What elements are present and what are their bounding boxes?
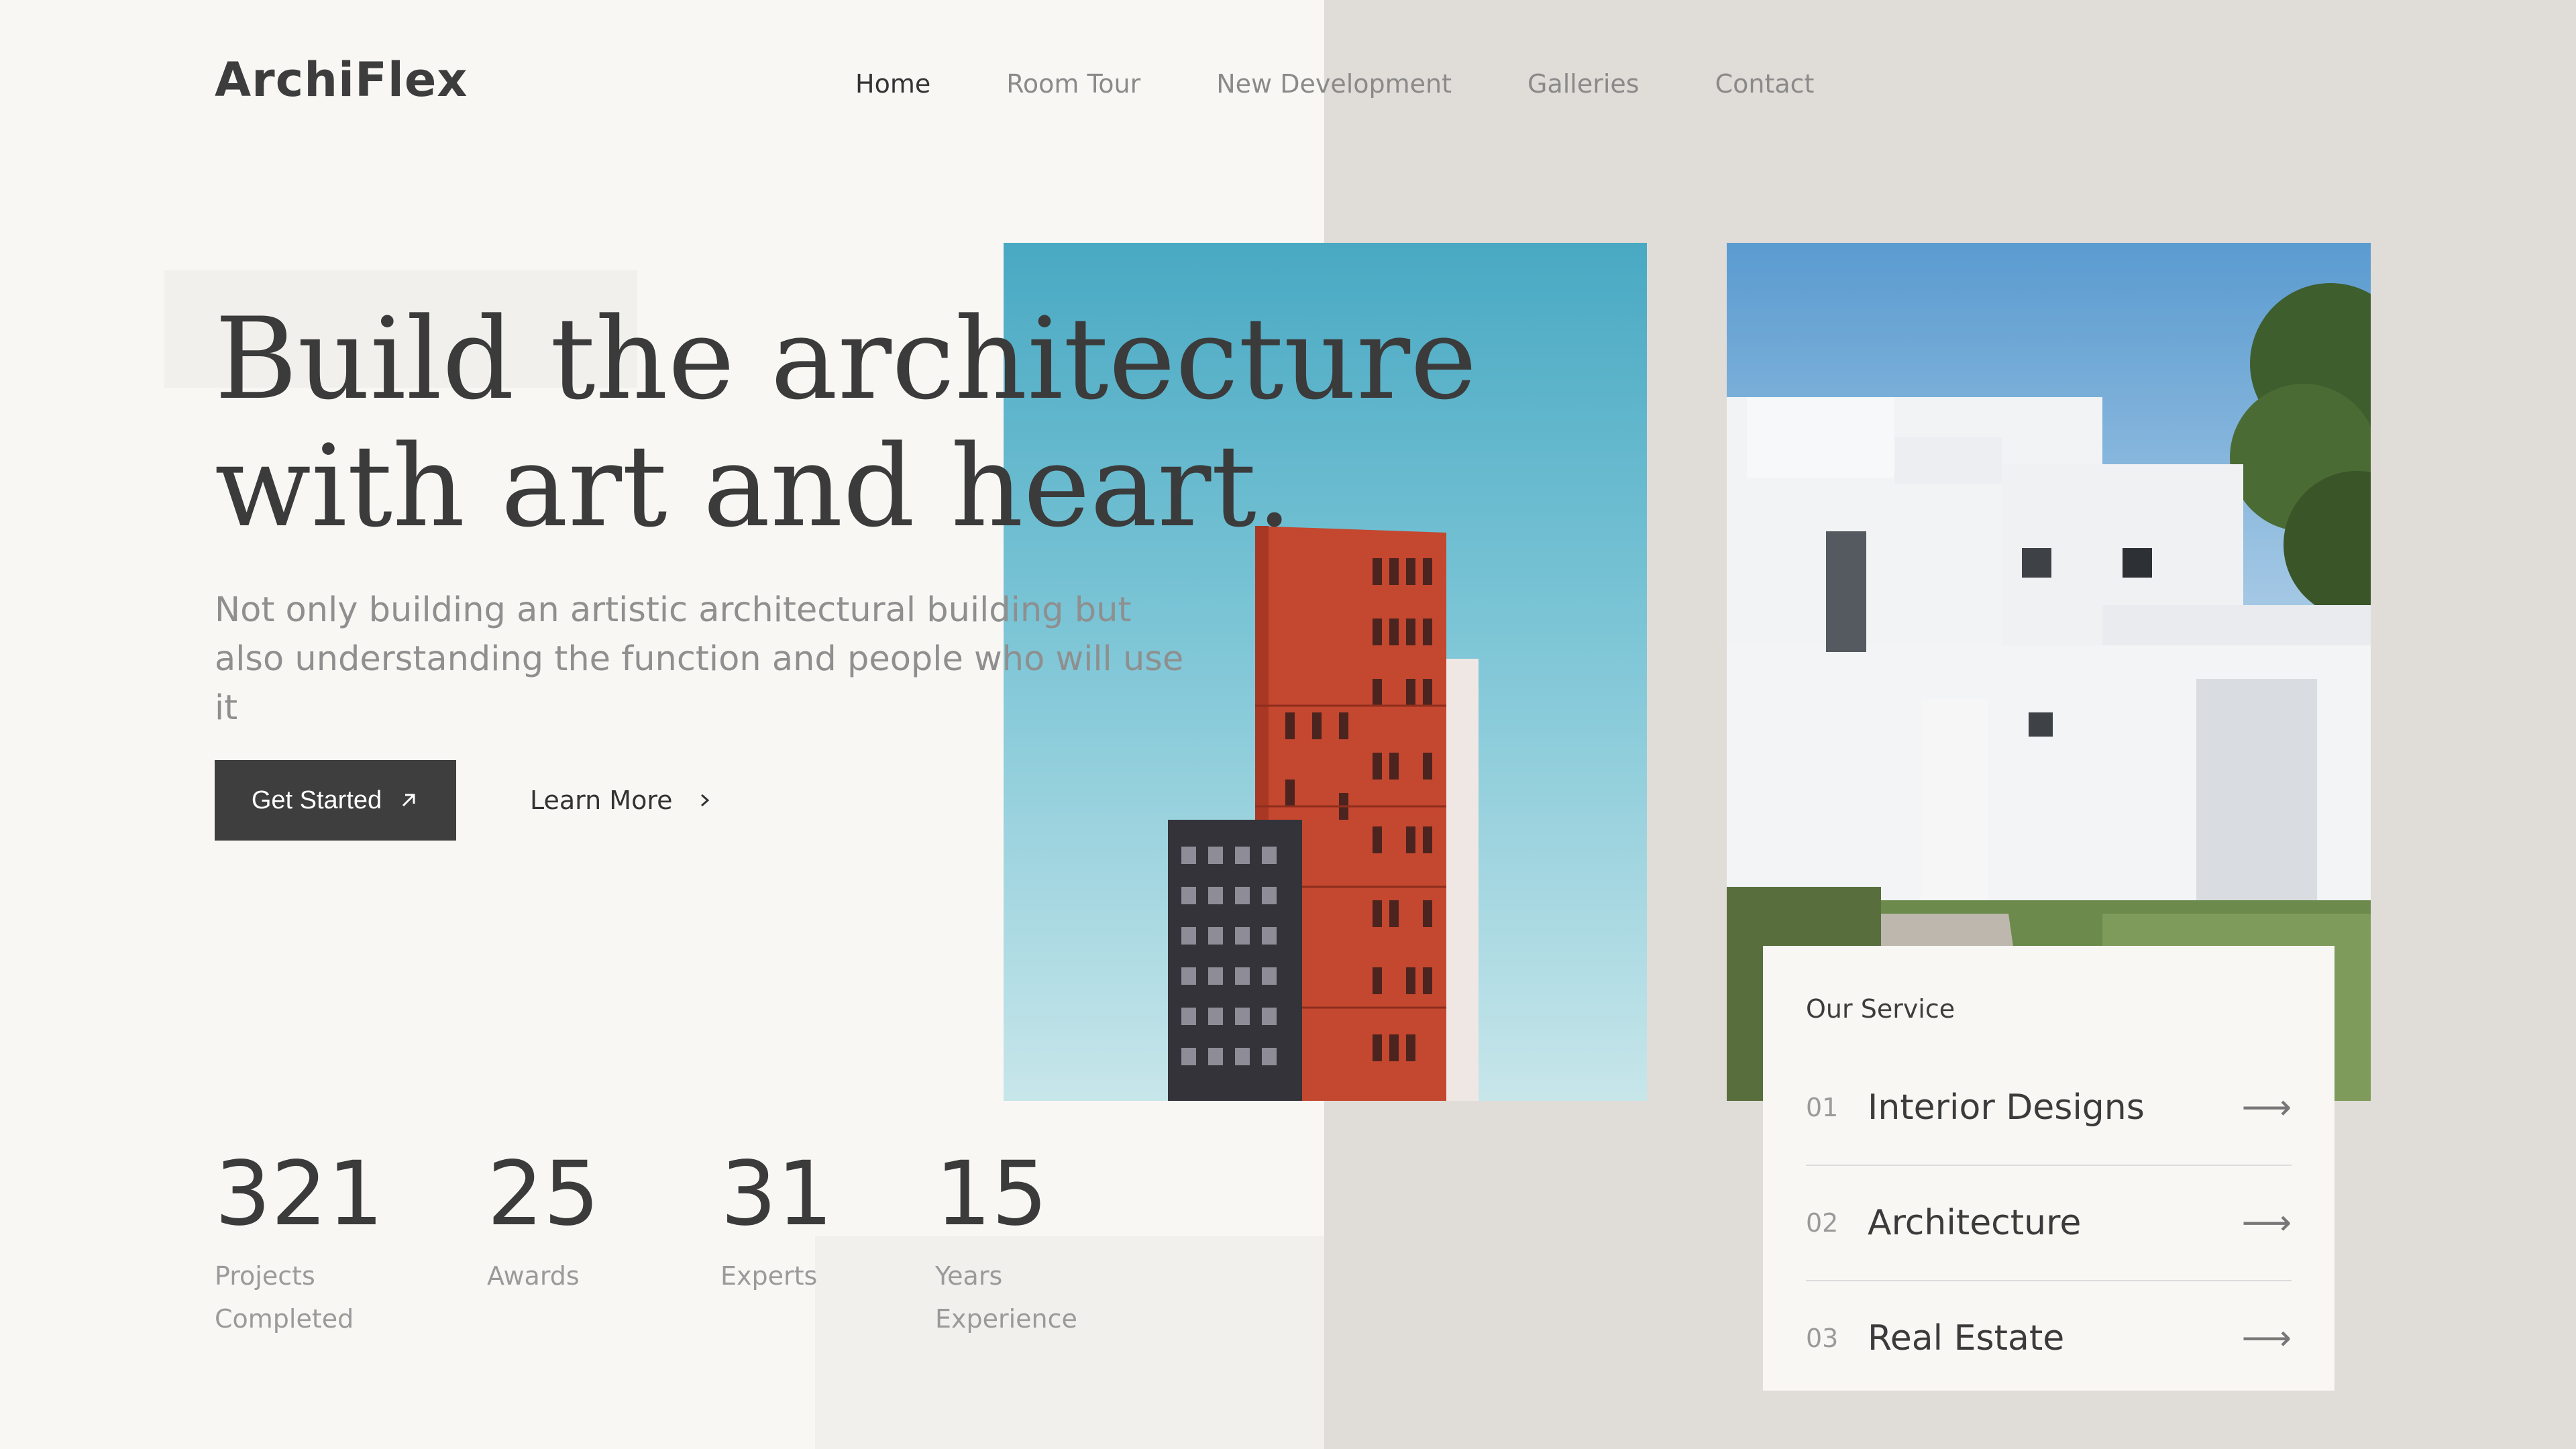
nav-galleries[interactable]: Galleries (1527, 69, 1640, 99)
service-item-architecture[interactable]: 02 Architecture ⟶ (1806, 1166, 2292, 1281)
arrow-up-right-icon (402, 794, 415, 807)
hero-headline-line-1: Build the architecture (215, 293, 1477, 425)
services-title: Our Service (1806, 994, 1955, 1024)
hero-subtitle: Not only building an artistic architectu… (215, 590, 1184, 728)
service-item-interior-designs[interactable]: 01 Interior Designs ⟶ (1806, 1051, 2292, 1166)
stat-value: 15 (935, 1142, 1048, 1246)
service-name: Architecture (1868, 1203, 2082, 1243)
hero-headline: Build the architecture with art and hear… (215, 293, 1477, 552)
get-started-label: Get Started (251, 786, 382, 814)
learn-more-link[interactable]: Learn More (530, 760, 713, 841)
service-index: 01 (1806, 1093, 1839, 1122)
stat-awards: 25 Awards (487, 1140, 600, 1297)
hero-headline-line-2: with art and heart. (215, 421, 1293, 552)
service-name: Interior Designs (1868, 1087, 2145, 1128)
service-name: Real Estate (1868, 1318, 2065, 1358)
chevron-right-icon (700, 794, 709, 807)
stat-value: 31 (720, 1142, 833, 1246)
stat-projects: 321 Projects Completed (215, 1140, 384, 1340)
stat-years: 15 Years Experience (935, 1140, 1077, 1340)
learn-more-label: Learn More (530, 786, 673, 815)
stat-label: Years Experience (935, 1261, 1077, 1334)
service-item-real-estate[interactable]: 03 Real Estate ⟶ (1806, 1281, 2292, 1395)
brand-logo[interactable]: ArchiFlex (215, 52, 468, 107)
service-index: 03 (1806, 1324, 1839, 1353)
arrow-right-icon: ⟶ (2241, 1087, 2292, 1128)
main-nav: Home Room Tour New Development Galleries… (855, 69, 1890, 99)
service-index: 02 (1806, 1208, 1839, 1238)
stat-label: Experts (720, 1261, 818, 1291)
arrow-right-icon: ⟶ (2241, 1318, 2292, 1358)
nav-home[interactable]: Home (855, 69, 930, 99)
services-card: Our Service 01 Interior Designs ⟶ 02 Arc… (1763, 946, 2334, 1391)
nav-new-development[interactable]: New Development (1216, 69, 1452, 99)
stat-value: 25 (487, 1142, 600, 1246)
get-started-button[interactable]: Get Started (215, 760, 456, 841)
arrow-right-icon: ⟶ (2241, 1203, 2292, 1243)
stat-label: Awards (487, 1261, 580, 1291)
stat-experts: 31 Experts (720, 1140, 833, 1297)
nav-contact[interactable]: Contact (1715, 69, 1815, 99)
stat-value: 321 (215, 1142, 384, 1246)
stat-label: Projects Completed (215, 1261, 354, 1334)
nav-room-tour[interactable]: Room Tour (1006, 69, 1140, 99)
